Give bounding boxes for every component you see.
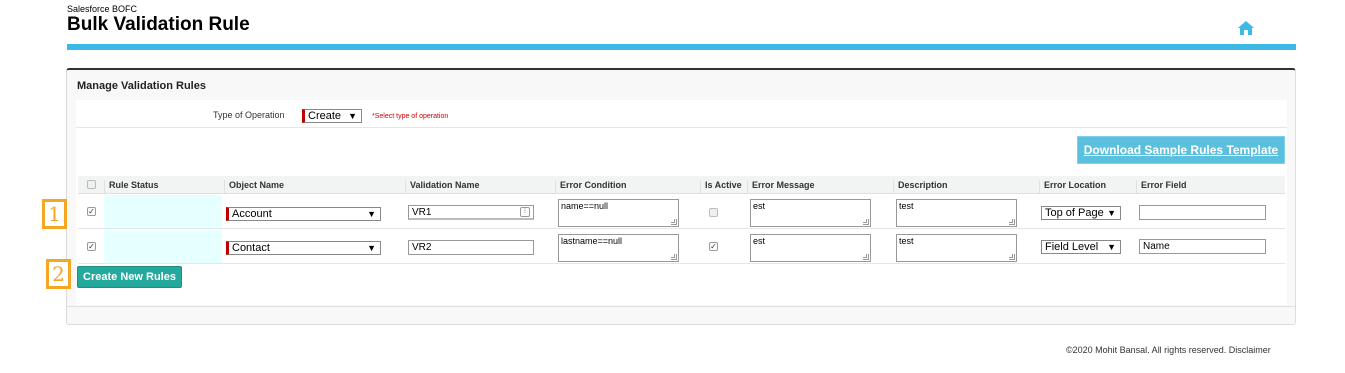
download-template-button[interactable]: Download Sample Rules Template	[1077, 136, 1285, 164]
resize-grip-icon[interactable]	[1009, 219, 1015, 225]
is-active-checkbox[interactable]	[709, 208, 718, 217]
error-condition-value: lastname==null	[561, 236, 623, 246]
col-error-field: Error Field	[1136, 180, 1187, 194]
operation-select[interactable]: Create ▼	[302, 109, 362, 123]
error-location-value: Top of Page	[1045, 207, 1104, 219]
validation-name-input[interactable]: VR1 ⁝	[408, 205, 534, 220]
annotation-marker-2: 2	[46, 259, 71, 289]
rule-status-cell	[104, 195, 222, 228]
chevron-down-icon: ▼	[348, 111, 357, 121]
error-location-select[interactable]: Top of Page ▼	[1041, 206, 1121, 220]
object-name-value: Contact	[232, 242, 270, 254]
operation-label: Type of Operation	[213, 110, 285, 120]
resize-grip-icon[interactable]	[1009, 254, 1015, 260]
error-message-textarea[interactable]: est	[750, 199, 871, 227]
col-description: Description	[893, 180, 948, 194]
page-title: Bulk Validation Rule	[67, 14, 250, 35]
error-message-value: est	[753, 201, 766, 211]
error-condition-value: name==null	[561, 201, 609, 211]
col-error-message: Error Message	[747, 180, 815, 194]
col-validation-name: Validation Name	[405, 180, 480, 194]
chevron-down-icon: ▼	[367, 243, 376, 253]
object-name-select[interactable]: Account ▼	[226, 207, 381, 221]
grid-header: Rule Status Object Name Validation Name …	[78, 176, 1285, 194]
header-accent-bar	[67, 44, 1296, 50]
col-rule-status: Rule Status	[104, 180, 159, 194]
footer-copyright: ©2020 Mohit Bansal. All rights reserved.…	[1066, 345, 1271, 355]
error-condition-textarea[interactable]: lastname==null	[558, 234, 679, 262]
col-is-active: Is Active	[700, 180, 742, 194]
object-name-value: Account	[232, 208, 272, 220]
description-textarea[interactable]: test	[896, 199, 1017, 227]
row-select-checkbox[interactable]: ✓	[87, 207, 96, 216]
select-all-checkbox[interactable]	[87, 180, 96, 189]
col-object-name: Object Name	[224, 180, 284, 194]
table-row: ✓ Contact ▼ VR2 lastname==null ✓ est tes…	[78, 230, 1285, 264]
error-field-input[interactable]: Name	[1139, 239, 1266, 254]
error-location-value: Field Level	[1045, 241, 1099, 253]
description-textarea[interactable]: test	[896, 234, 1017, 262]
error-field-value: Name	[1143, 241, 1170, 252]
error-location-select[interactable]: Field Level ▼	[1041, 240, 1121, 254]
validation-name-value: VR1	[412, 207, 432, 218]
operation-select-value: Create	[308, 110, 342, 122]
create-new-rules-button[interactable]: Create New Rules	[77, 266, 182, 288]
error-message-textarea[interactable]: est	[750, 234, 871, 262]
error-field-input[interactable]	[1139, 205, 1266, 220]
error-condition-textarea[interactable]: name==null	[558, 199, 679, 227]
panel-body: Type of Operation Create ▼ *Select type …	[76, 100, 1287, 305]
panel-title: Manage Validation Rules	[77, 80, 206, 92]
operation-row: Type of Operation Create ▼ *Select type …	[76, 100, 1287, 128]
error-message-value: est	[753, 236, 766, 246]
row-select-checkbox[interactable]: ✓	[87, 242, 96, 251]
resize-grip-icon[interactable]	[863, 219, 869, 225]
key-icon: ⁝	[520, 207, 530, 217]
validation-name-input[interactable]: VR2	[408, 240, 534, 255]
col-error-condition: Error Condition	[555, 180, 627, 194]
resize-grip-icon[interactable]	[863, 254, 869, 260]
chevron-down-icon: ▼	[1107, 208, 1116, 218]
rules-grid: Rule Status Object Name Validation Name …	[78, 176, 1285, 267]
manage-rules-panel: Manage Validation Rules Type of Operatio…	[66, 68, 1296, 325]
rule-status-cell	[104, 230, 222, 263]
chevron-down-icon: ▼	[1107, 242, 1116, 252]
object-name-select[interactable]: Contact ▼	[226, 241, 381, 255]
description-value: test	[899, 236, 914, 246]
is-active-checkbox[interactable]: ✓	[709, 242, 718, 251]
chevron-down-icon: ▼	[367, 209, 376, 219]
operation-hint: *Select type of operation	[372, 113, 449, 120]
col-error-location: Error Location	[1039, 180, 1106, 194]
resize-grip-icon[interactable]	[671, 254, 677, 260]
home-icon[interactable]	[1237, 20, 1255, 36]
resize-grip-icon[interactable]	[671, 219, 677, 225]
table-row: ✓ Account ▼ VR1 ⁝ name==null est test To…	[78, 195, 1285, 229]
annotation-marker-1: 1	[42, 199, 67, 229]
validation-name-value: VR2	[412, 242, 432, 253]
app-subtitle: Salesforce BOFC	[67, 4, 138, 14]
panel-footer-divider	[67, 306, 1295, 307]
description-value: test	[899, 201, 914, 211]
